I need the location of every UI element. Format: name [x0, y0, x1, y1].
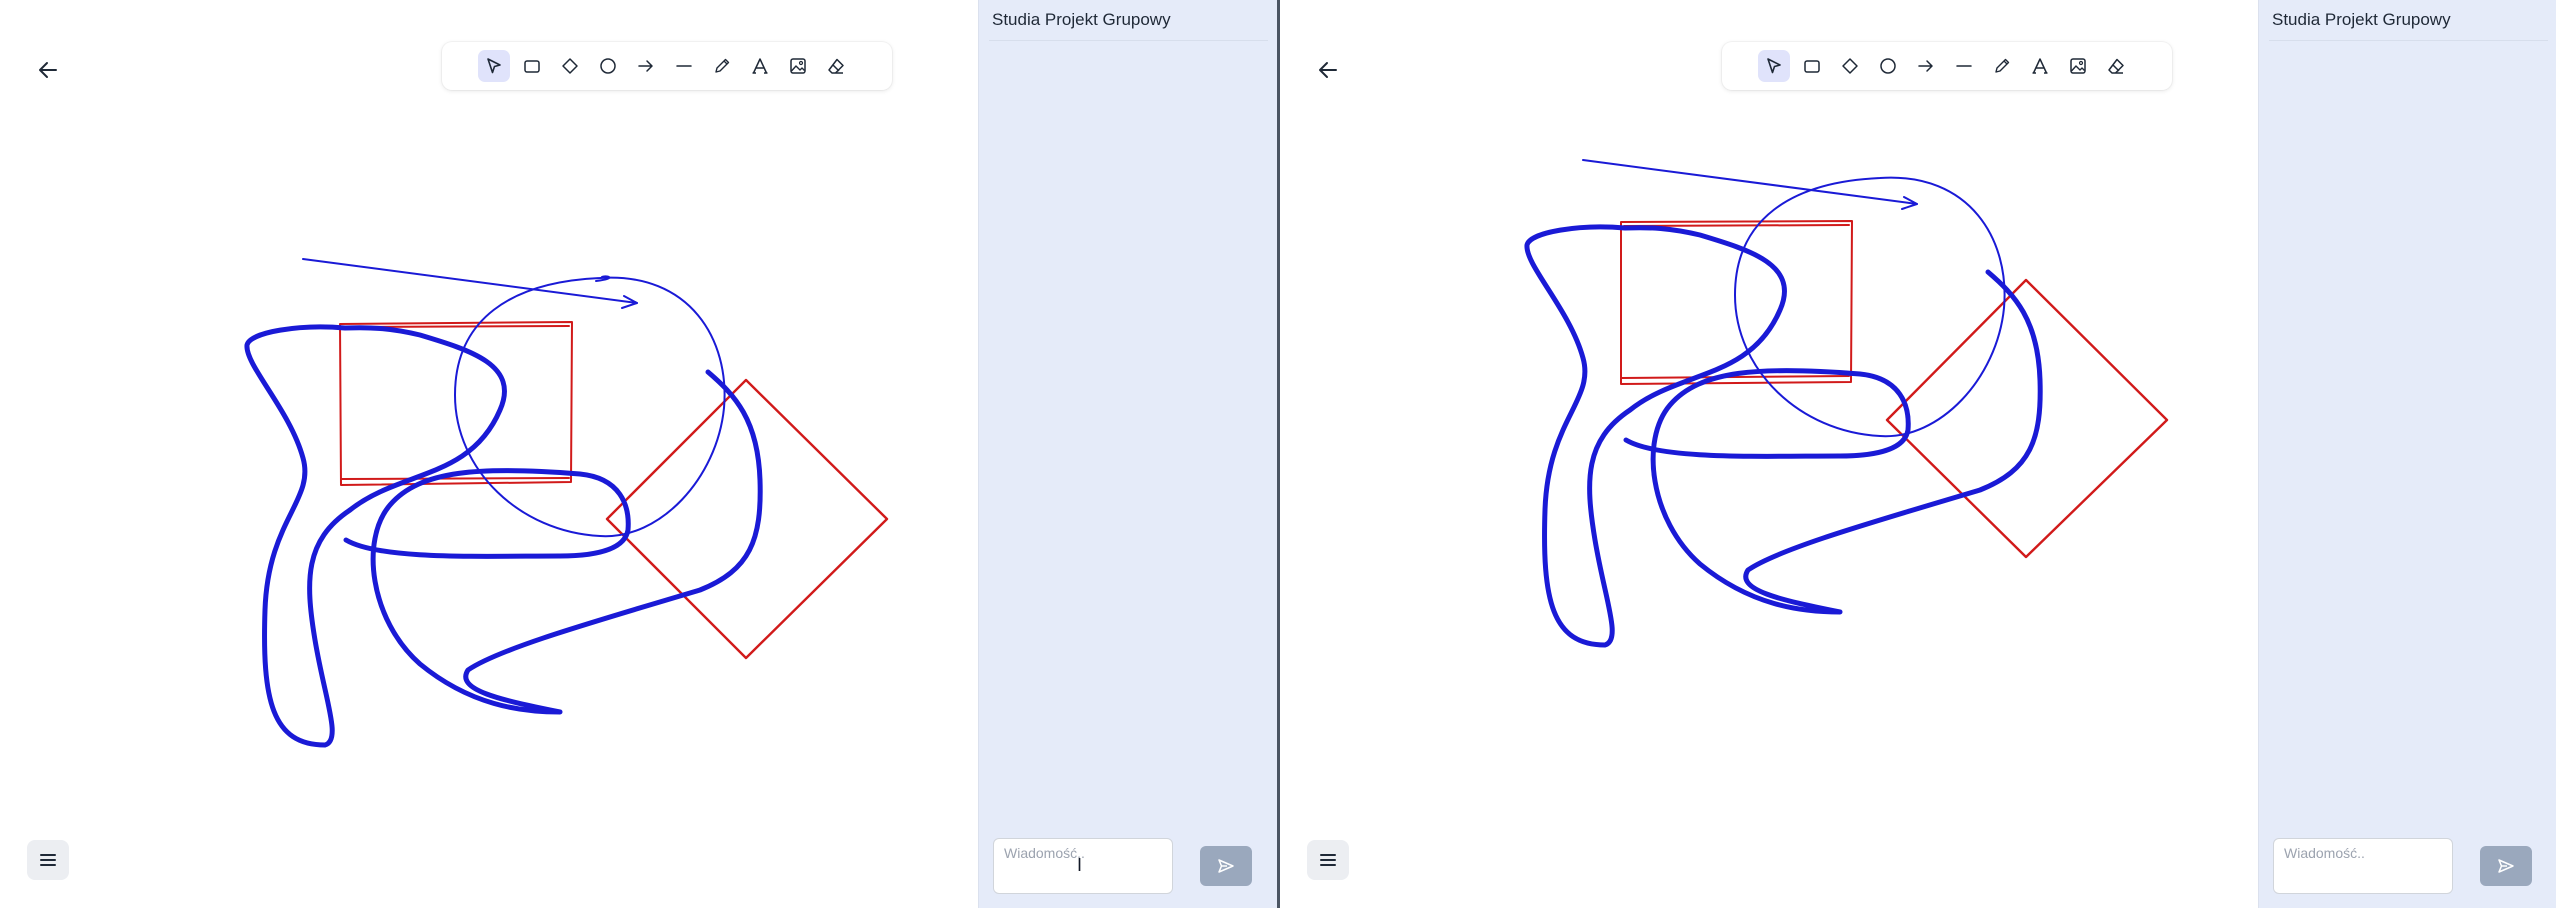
chat-room-title: Studia Projekt Grupowy — [992, 10, 1171, 29]
text-cursor-icon: I — [1077, 855, 1083, 875]
back-button[interactable] — [28, 50, 68, 90]
chat-divider — [2269, 40, 2548, 41]
tool-text[interactable] — [2024, 50, 2056, 82]
eraser-icon — [2108, 58, 2124, 74]
pencil-icon — [1995, 58, 2010, 73]
tool-rectangle[interactable] — [516, 50, 548, 82]
tool-image[interactable] — [782, 50, 814, 82]
image-icon — [790, 58, 806, 74]
drawing-canvas[interactable] — [1280, 0, 2258, 908]
diamond-icon — [562, 58, 578, 74]
chat-room-title: Studia Projekt Grupowy — [2272, 10, 2451, 29]
tool-select[interactable] — [478, 50, 510, 82]
canvas-drawing — [1524, 159, 2169, 648]
message-input[interactable] — [2273, 838, 2453, 894]
circle-icon — [1880, 58, 1896, 74]
whiteboard-session-right: Studia Projekt Grupowy — [1280, 0, 2556, 908]
message-input[interactable] — [993, 838, 1173, 894]
tool-eraser[interactable] — [820, 50, 852, 82]
chat-panel: Studia Projekt Grupowy — [2258, 0, 2556, 908]
rectangle-icon — [1804, 60, 1820, 73]
send-icon — [1218, 859, 1234, 873]
chat-divider — [989, 40, 1268, 41]
tool-arrow[interactable] — [1910, 50, 1942, 82]
hamburger-menu-icon — [40, 854, 56, 866]
tool-arrow[interactable] — [630, 50, 662, 82]
arrow-right-icon — [1918, 60, 1933, 72]
send-icon — [2498, 859, 2514, 873]
drawing-toolbar — [1722, 42, 2172, 90]
pencil-icon — [715, 58, 730, 73]
tool-line[interactable] — [1948, 50, 1980, 82]
tool-select[interactable] — [1758, 50, 1790, 82]
arrow-shape[interactable] — [1582, 159, 1918, 210]
canvas-drawing — [244, 258, 889, 748]
tool-diamond[interactable] — [554, 50, 586, 82]
arrow-left-icon — [1319, 62, 1337, 78]
text-icon — [2032, 58, 2048, 74]
tool-image[interactable] — [2062, 50, 2094, 82]
text-icon — [752, 58, 768, 74]
chat-panel: Studia Projekt Grupowy — [978, 0, 1278, 908]
drawing-toolbar — [442, 42, 892, 90]
diamond-icon — [1842, 58, 1858, 74]
send-button[interactable] — [1200, 846, 1252, 886]
line-icon — [1956, 65, 1972, 67]
line-icon — [676, 65, 692, 67]
tool-ellipse[interactable] — [1872, 50, 1904, 82]
tool-diamond[interactable] — [1834, 50, 1866, 82]
image-icon — [2070, 58, 2086, 74]
ellipse-shape[interactable] — [1734, 176, 2006, 438]
main-menu-button[interactable] — [1307, 840, 1349, 880]
cursor-pointer-icon — [1767, 58, 1781, 74]
circle-icon — [600, 58, 616, 74]
ellipse-shape[interactable] — [454, 275, 726, 538]
tool-text[interactable] — [744, 50, 776, 82]
whiteboard-session-left: Studia Projekt Grupowy I — [0, 0, 1278, 908]
freehand-stroke[interactable] — [343, 369, 763, 715]
arrow-shape[interactable] — [302, 258, 638, 309]
tool-line[interactable] — [668, 50, 700, 82]
hamburger-menu-icon — [1320, 854, 1336, 866]
freehand-stroke[interactable] — [1623, 269, 2043, 615]
main-menu-button[interactable] — [27, 840, 69, 880]
tool-eraser[interactable] — [2100, 50, 2132, 82]
tool-rectangle[interactable] — [1796, 50, 1828, 82]
rectangle-icon — [524, 60, 540, 73]
drawing-canvas[interactable] — [0, 0, 978, 908]
arrow-left-icon — [39, 62, 57, 78]
back-button[interactable] — [1308, 50, 1348, 90]
tool-pencil[interactable] — [1986, 50, 2018, 82]
tool-ellipse[interactable] — [592, 50, 624, 82]
send-button[interactable] — [2480, 846, 2532, 886]
tool-pencil[interactable] — [706, 50, 738, 82]
arrow-right-icon — [638, 60, 653, 72]
eraser-icon — [828, 58, 844, 74]
cursor-pointer-icon — [487, 58, 501, 74]
